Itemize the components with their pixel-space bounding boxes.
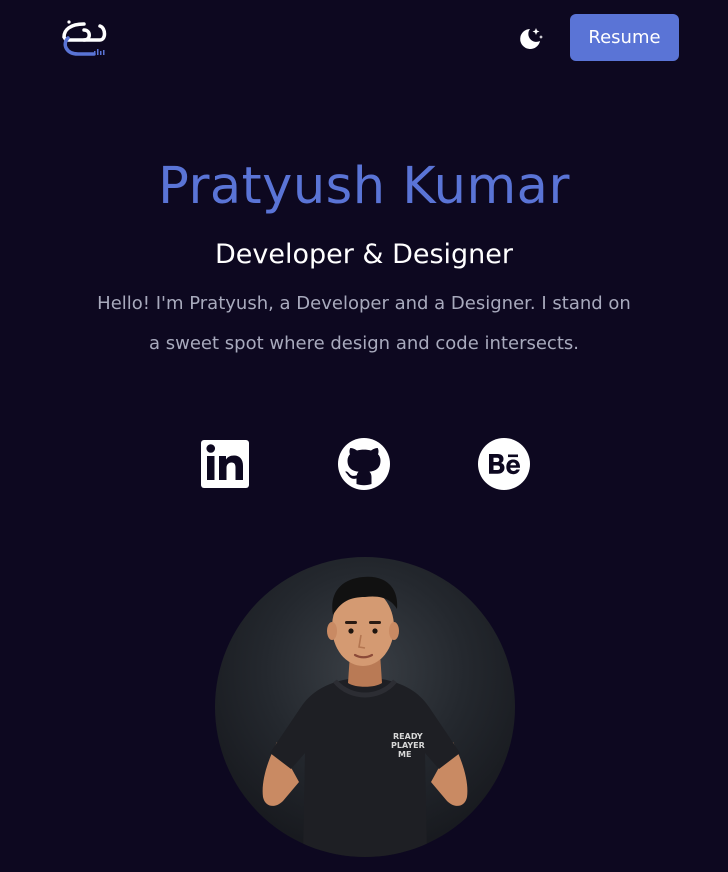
brand-logo-icon[interactable] xyxy=(60,18,110,60)
tshirt-text-line-3: ME xyxy=(398,750,411,759)
tshirt-text-line-2: PLAYER xyxy=(391,741,425,750)
avatar: READY PLAYER ME xyxy=(215,557,515,857)
hero-name: Pratyush Kumar xyxy=(158,157,570,216)
behance-icon[interactable] xyxy=(477,437,531,491)
tshirt-text-line-1: READY xyxy=(393,732,423,741)
hero-role: Developer & Designer xyxy=(214,239,513,270)
linkedin-icon[interactable] xyxy=(198,437,252,491)
resume-button[interactable]: Resume xyxy=(570,14,679,61)
hero-intro: Hello! I'm Pratyush, a Developer and a D… xyxy=(97,293,631,354)
moon-stars-icon[interactable] xyxy=(516,24,546,54)
github-icon[interactable] xyxy=(337,437,391,491)
